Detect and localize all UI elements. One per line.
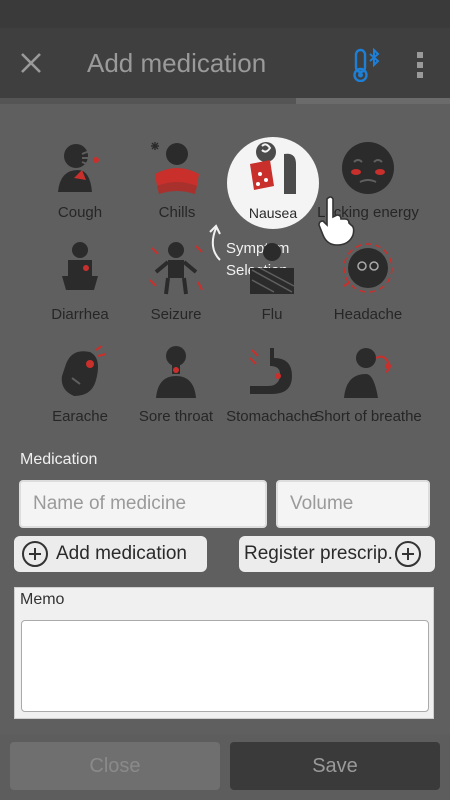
plus-circle-icon — [22, 541, 48, 567]
plus-circle-icon — [394, 541, 421, 567]
add-medication-label: Add medication — [56, 543, 187, 564]
symptom-label: Chills — [158, 204, 196, 221]
seizure-icon — [149, 242, 203, 295]
short-of-breath-icon — [344, 348, 391, 398]
footer-bar: Close Save — [0, 734, 450, 800]
page-title: Add medication — [87, 48, 267, 78]
register-prescription-button[interactable]: Register prescrip. — [239, 536, 435, 572]
medicine-name-field — [19, 480, 267, 528]
symptom-label: Headache — [333, 306, 403, 323]
symptom-label: Nausea — [248, 205, 298, 221]
app-bar: Add medication — [0, 28, 450, 98]
close-icon[interactable] — [18, 50, 44, 76]
status-bar — [0, 0, 450, 28]
symptom-label: Short of breathe — [314, 408, 422, 425]
sore-throat-icon — [156, 346, 196, 398]
nausea-icon — [250, 142, 296, 194]
cough-icon — [58, 144, 99, 192]
chills-icon — [151, 142, 199, 194]
medication-section-label: Medication — [20, 451, 98, 468]
more-vert-icon[interactable] — [414, 50, 426, 80]
memo-textarea[interactable] — [21, 620, 429, 712]
save-button[interactable]: Save — [230, 742, 440, 790]
thermometer-bluetooth-icon[interactable] — [352, 48, 382, 82]
curved-arrow-icon — [209, 224, 221, 261]
lacking-energy-icon — [342, 142, 394, 194]
volume-input[interactable] — [278, 482, 428, 526]
diarrhea-icon — [62, 242, 98, 290]
memo-panel: Memo — [14, 587, 434, 719]
earache-icon — [61, 345, 107, 396]
headache-icon — [343, 243, 393, 293]
flu-icon — [250, 243, 295, 294]
memo-label: Memo — [20, 591, 65, 608]
close-button[interactable]: Close — [10, 742, 220, 790]
stomachache-icon — [249, 348, 292, 394]
volume-field — [276, 480, 430, 528]
medicine-name-input[interactable] — [21, 482, 265, 526]
register-prescription-label: Register prescrip. — [244, 543, 393, 564]
add-medication-button[interactable]: Add medication — [14, 536, 207, 572]
